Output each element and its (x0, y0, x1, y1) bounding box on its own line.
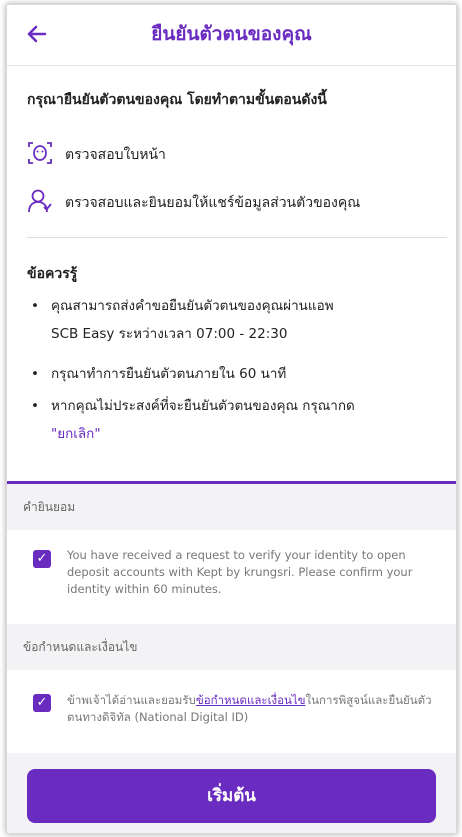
note-line: SCB Easy ระหว่างเวลา 07:00 - 22:30 (51, 326, 288, 342)
consent-heading-bar: คำยินยอม (7, 484, 456, 530)
header: ยืนยันตัวตนของคุณ (7, 5, 456, 66)
step-label: ตรวจสอบและยินยอมให้แชร์ข้อมูลส่วนตัวของค… (65, 195, 361, 211)
terms-checkbox[interactable]: ✓ (33, 694, 51, 712)
terms-text: ข้าพเจ้าได้อ่านและยอมรับข้อกำหนดและเงื่อ… (67, 693, 432, 724)
terms-link[interactable]: ข้อกำหนดและเงื่อนไข (196, 693, 306, 707)
consent-checkbox[interactable]: ✓ (33, 550, 51, 568)
consent-text: You have received a request to verify yo… (67, 548, 413, 596)
step-face-check: ตรวจสอบใบหน้า (27, 138, 447, 168)
notes-heading: ข้อควรรู้ (27, 266, 78, 282)
step-label: ตรวจสอบใบหน้า (65, 147, 166, 163)
note-line: คุณสามารถส่งคำขอยืนยันตัวตนของคุณผ่านแอพ (51, 298, 334, 314)
consent-heading: คำยินยอม (23, 500, 76, 514)
note-line: หากคุณไม่ประสงค์ที่จะยืนยันตัวตนของคุณ ก… (51, 398, 355, 414)
app-frame: ยืนยันตัวตนของคุณ กรุณายืนยันตัวตนของคุณ… (6, 4, 457, 834)
start-button[interactable]: เริ่มต้น (27, 769, 436, 823)
consent-section: ✓ You have received a request to verify … (7, 530, 456, 624)
arrow-left-icon[interactable] (25, 17, 53, 51)
step-consent-check: ตรวจสอบและยินยอมให้แชร์ข้อมูลส่วนตัวของค… (27, 186, 447, 216)
cancel-link[interactable]: "ยกเลิก" (51, 423, 446, 445)
divider (27, 237, 447, 238)
terms-heading: ข้อกำหนดและเงื่อนไข (23, 640, 138, 654)
intro-text: กรุณายืนยันตัวตนของคุณ โดยทำตามขั้นตอนดั… (27, 92, 327, 108)
person-icon (27, 188, 53, 214)
terms-section: ✓ ข้าพเจ้าได้อ่านและยอมรับข้อกำหนดและเงื… (7, 670, 456, 753)
page-title: ยืนยันตัวตนของคุณ (151, 23, 312, 45)
footer: เริ่มต้น (7, 753, 456, 833)
note-line: กรุณาทำการยืนยันตัวตนภายใน 60 นาที (51, 366, 287, 382)
face-scan-icon (27, 140, 53, 166)
terms-heading-bar: ข้อกำหนดและเงื่อนไข (7, 624, 456, 670)
